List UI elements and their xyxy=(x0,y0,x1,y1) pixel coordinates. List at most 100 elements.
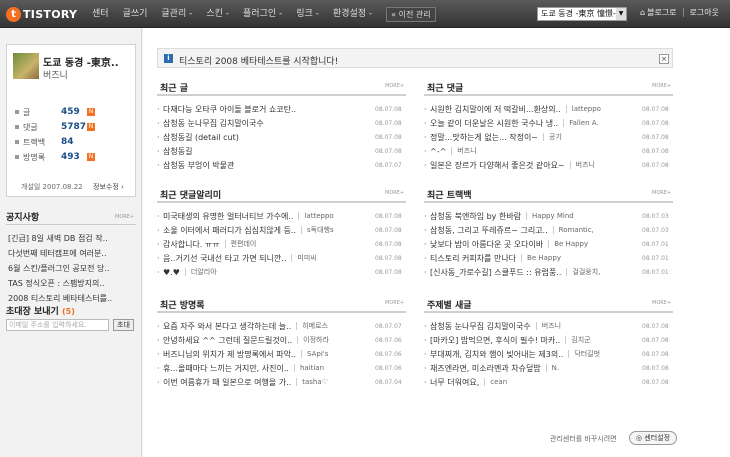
bullet-icon xyxy=(15,110,19,114)
list-item[interactable]: · 버즈니님의 위치가 제 방명록에서 파악.. SApi's 08.07.06 xyxy=(157,348,406,360)
notice-item[interactable]: 6월 스킨/플러그인 공모전 당.. xyxy=(8,263,134,274)
panel-more-link[interactable]: MORE+ xyxy=(652,83,671,89)
list-item[interactable]: · 소울 이터에서 패러디가 심심치않게 등.. s독대행s 08.07.08 xyxy=(157,224,406,236)
panel-more-link[interactable]: MORE+ xyxy=(385,83,404,89)
list-item[interactable]: · 안녕하세요 ^^ 그런데 질문드릴것이.. 이정하라 08.07.06 xyxy=(157,334,406,346)
list-item-title[interactable]: 티스토리 커피차를 만나다 xyxy=(430,253,516,264)
list-item-title[interactable]: 정말...맛하는게 없는... 작정이~ xyxy=(430,132,538,143)
nav-post-manage[interactable]: 글관리 - xyxy=(161,6,192,22)
list-item[interactable]: · 휴...올때마다 느끼는 거지만, 사진이.. haitian 08.07.06 xyxy=(157,362,406,374)
info-edit-link[interactable]: 정보수정 › xyxy=(93,182,124,192)
list-item[interactable]: · 삼청동길 08.07.08 xyxy=(157,145,406,157)
list-item-title[interactable]: ^-^ xyxy=(430,147,446,156)
list-item[interactable]: · 티스토리 커피차를 만나다 Be Happy 08.07.01 xyxy=(424,252,673,264)
list-item[interactable]: · 음..거기선 국내선 타고 가면 되니깐.. 미미씨 08.07.08 xyxy=(157,252,406,264)
nav-settings[interactable]: 환경설정 - xyxy=(333,6,372,22)
list-item[interactable]: · 일본은 장르가 다양해서 좋은것 같아요~ 버즈니 08.07.08 xyxy=(424,159,673,171)
list-item-title[interactable]: 낮보다 밤이 아름다운 곳 오다이바 xyxy=(430,239,543,250)
list-item-title[interactable]: 미국태생의 유명한 얼터너티브 가수에.. xyxy=(163,211,293,222)
notice-item[interactable]: 2008 티스토리 베타테스터를.. xyxy=(8,293,134,304)
list-item-title[interactable]: 소울 이터에서 패러디가 심심치않게 등.. xyxy=(163,225,296,236)
list-item[interactable]: · 이번 여름휴가 때 일본으로 여행을 가.. tasha♡ 08.07.04 xyxy=(157,376,406,388)
invite-button[interactable]: 초대 xyxy=(113,319,134,331)
stat-posts[interactable]: 글 459 N xyxy=(15,106,95,118)
notice-text[interactable]: 티스토리 2008 베타테스트를 시작합니다! xyxy=(179,54,338,67)
main-content: i 티스토리 2008 베타테스트를 시작합니다! × 최근 글 MORE+ · 다재… xyxy=(143,28,730,457)
logout-link[interactable]: 로그아웃 xyxy=(690,7,719,18)
list-item[interactable]: · 삼청동길 (detail cut) 08.07.08 xyxy=(157,131,406,143)
list-item[interactable]: · [마카오] 밥먹으면, 후식이 필수! 마카.. 김치군 08.07.08 xyxy=(424,334,673,346)
list-item-title[interactable]: [신사동_가로수길] 스쿨푸드 :: 유럽풍.. xyxy=(430,267,561,278)
list-item-title[interactable]: ♥.♥ xyxy=(163,268,180,277)
list-item[interactable]: · 시원한 김치말이에 저 떡갈비...환상의.. latteppo 08.07.08 xyxy=(424,103,673,115)
panel-more-link[interactable]: MORE+ xyxy=(385,300,404,306)
list-item-title[interactable]: 삼청동 부엉이 박물관 xyxy=(163,160,234,171)
nav-skin[interactable]: 스킨 - xyxy=(206,6,229,22)
list-item-title[interactable]: 시원한 김치말이에 저 떡갈비...환상의.. xyxy=(430,104,561,115)
nav-plugin[interactable]: 플러그인 - xyxy=(243,6,282,22)
center-settings-button[interactable]: ◎ 센터설정 xyxy=(629,431,677,445)
list-item[interactable]: · 요즘 자주 와서 본다고 생각하는데 늘.. 히메로스 08.07.07 xyxy=(157,320,406,332)
invite-email-input[interactable]: 이메일 주소를 입력하세요. xyxy=(6,319,109,331)
panel-more-link[interactable]: MORE+ xyxy=(652,190,671,196)
list-item[interactable]: · 감사합니다. ㅠㅠ 편편데이 08.07.08 xyxy=(157,238,406,250)
notice-item[interactable]: 다섯번째 테터캠프에 여러분.. xyxy=(8,248,134,259)
list-item-title[interactable]: 다재다능 오타쿠 아이돌 블로거 쇼코탄.. xyxy=(163,104,296,115)
list-item-title[interactable]: 오늘 같이 더운날은 시원한 국수나 냉.. xyxy=(430,118,558,129)
list-item[interactable]: · ^-^ 버즈니 08.07.08 xyxy=(424,145,673,157)
list-item-title[interactable]: 재즈엔라면, 미소라멘과 차슈덮밥 xyxy=(430,363,541,374)
nav-link[interactable]: 링크 - xyxy=(296,6,319,22)
stat-comments[interactable]: 댓글 5787 N xyxy=(15,121,95,133)
list-item-title[interactable]: [마카오] 밥먹으면, 후식이 필수! 마카.. xyxy=(430,335,560,346)
list-item[interactable]: · 정말...맛하는게 없는... 작정이~ 공기 08.07.08 xyxy=(424,131,673,143)
blog-name[interactable]: 도쿄 동경 -東京.. xyxy=(43,54,119,69)
list-item-title[interactable]: 삼청동 눈나무집 김치말이국수 xyxy=(163,118,264,129)
list-item-title[interactable]: 삼청동, 그리고 뚜레쥬르~ 그리고.. xyxy=(430,225,548,236)
list-item-title[interactable]: 삼청동 눈나무집 김치말이국수 xyxy=(430,321,531,332)
list-item[interactable]: · 너무 더워여요, cean 08.07.08 xyxy=(424,376,673,388)
tistory-logo[interactable]: t TISTORY xyxy=(6,6,77,22)
nav-write[interactable]: 글쓰기 xyxy=(123,6,148,22)
list-item[interactable]: · 미국태생의 유명한 얼터너티브 가수에.. latteppo 08.07.08 xyxy=(157,210,406,222)
list-item[interactable]: · 오늘 같이 더운날은 시원한 국수나 냉.. Fallen A. 08.07.08 xyxy=(424,117,673,129)
stat-guestbook[interactable]: 방명록 493 N xyxy=(15,151,95,163)
list-item[interactable]: · ♥.♥ 더알리아 08.07.08 xyxy=(157,266,406,278)
list-item-title[interactable]: 휴...올때마다 느끼는 거지만, 사진이.. xyxy=(163,363,289,374)
stat-trackbacks[interactable]: 트랙백 84 xyxy=(15,136,87,148)
list-item-title[interactable]: 안녕하세요 ^^ 그런데 질문드릴것이.. xyxy=(163,335,292,346)
list-item-title[interactable]: 너무 더워여요, xyxy=(430,377,479,388)
list-item-title[interactable]: 이번 여름휴가 때 일본으로 여행을 가.. xyxy=(163,377,291,388)
prev-admin-button[interactable]: « 이전 관리 xyxy=(386,6,436,22)
panel-more-link[interactable]: MORE+ xyxy=(385,190,404,196)
panel-more-link[interactable]: MORE+ xyxy=(652,300,671,306)
list-item-title[interactable]: 일본은 장르가 다양해서 좋은것 같아요~ xyxy=(430,160,565,171)
notice-item[interactable]: TAS 정식오픈 : 스팸방지의.. xyxy=(8,278,134,289)
list-item[interactable]: · 삼청동 부엉이 박물관 08.07.07 xyxy=(157,159,406,171)
notice-more-link[interactable]: MORE+ xyxy=(115,214,134,220)
go-blog-link[interactable]: 블로그로 xyxy=(647,7,676,18)
blog-select[interactable]: 도쿄 동경 -東京 憧憬- ▼ xyxy=(537,7,627,21)
panel-title: 최근 글 xyxy=(160,84,188,94)
list-item-title[interactable]: 삼청동길 (detail cut) xyxy=(163,132,239,143)
list-item[interactable]: · [신사동_가로수길] 스쿨푸드 :: 유럽풍.. 걸걸웅치, 08.07.01 xyxy=(424,266,673,278)
list-item-title[interactable]: 삼청동 북엔하임 by 한바람 xyxy=(430,211,521,222)
list-item-title[interactable]: 감사합니다. ㅠㅠ xyxy=(163,239,220,250)
list-item[interactable]: · 삼청동 눈나무집 김치말이국수 08.07.08 xyxy=(157,117,406,129)
list-item[interactable]: · 낮보다 밤이 아름다운 곳 오다이바 Be Happy 08.07.01 xyxy=(424,238,673,250)
list-item[interactable]: · 삼청동 북엔하임 by 한바람 Happy Mind 08.07.03 xyxy=(424,210,673,222)
list-item[interactable]: · 다재다능 오타쿠 아이돌 블로거 쇼코탄.. 08.07.08 xyxy=(157,103,406,115)
list-item-title[interactable]: 삼청동길 xyxy=(163,146,192,157)
list-item[interactable]: · 부대찌개, 김치와 햄이 빚어내는 제3의.. 닥터길벗 08.07.08 xyxy=(424,348,673,360)
close-icon[interactable]: × xyxy=(659,54,669,64)
nav-center[interactable]: 센터 xyxy=(92,6,109,22)
divider xyxy=(6,224,136,225)
list-item[interactable]: · 삼청동, 그리고 뚜레쥬르~ 그리고.. Romantic, 08.07.03 xyxy=(424,224,673,236)
list-item[interactable]: · 삼청동 눈나무집 김치말이국수 버즈니 08.07.08 xyxy=(424,320,673,332)
avatar[interactable] xyxy=(13,53,39,79)
list-item-title[interactable]: 요즘 자주 와서 본다고 생각하는데 늘.. xyxy=(163,321,291,332)
list-item-title[interactable]: 부대찌개, 김치와 햄이 빚어내는 제3의.. xyxy=(430,349,563,360)
list-item-title[interactable]: 버즈니님의 위치가 제 방명록에서 파악.. xyxy=(163,349,296,360)
list-item-title[interactable]: 음..거기선 국내선 타고 가면 되니깐.. xyxy=(163,253,286,264)
list-item[interactable]: · 재즈엔라면, 미소라멘과 차슈덮밥 N. 08.07.08 xyxy=(424,362,673,374)
notice-item[interactable]: [긴급] 8일 새벽 DB 점검 작.. xyxy=(8,233,134,244)
